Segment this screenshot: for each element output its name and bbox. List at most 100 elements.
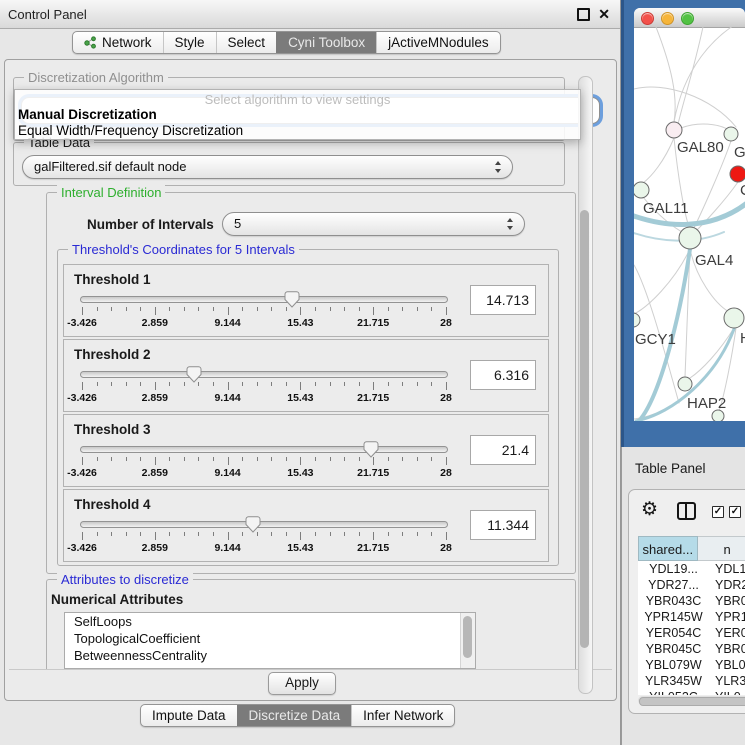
slider-track[interactable] — [80, 371, 448, 378]
tab-select[interactable]: Select — [216, 32, 277, 53]
slider-thumb[interactable] — [245, 516, 261, 536]
table-row[interactable]: YIL052CYIL0 — [638, 689, 745, 695]
slider-thumb[interactable] — [284, 291, 300, 311]
slider-track[interactable] — [80, 296, 448, 303]
interval-definition-group: Interval Definition Number of Intervals … — [46, 192, 576, 574]
cell-name: YIL0 — [709, 689, 741, 695]
algorithm-option-manual[interactable]: Manual Discretization — [18, 107, 157, 122]
threshold-value-field[interactable]: 21.4 — [470, 435, 536, 465]
slider-ticks — [82, 382, 446, 391]
cell-shared-name: YBR045C — [638, 641, 709, 657]
close-traffic-light-icon[interactable] — [641, 12, 654, 25]
slider-track[interactable] — [80, 446, 448, 453]
network-edge[interactable] — [681, 124, 729, 130]
cell-shared-name: YLR345W — [638, 673, 709, 689]
attribute-item-topologicalcoefficient[interactable]: TopologicalCoefficient — [65, 630, 475, 647]
table-row[interactable]: YLR345WYLR3 — [638, 673, 745, 689]
table-row[interactable]: YBL079WYBL0 — [638, 657, 745, 673]
network-node[interactable] — [730, 166, 745, 182]
algorithm-option-equal-width[interactable]: Equal Width/Frequency Discretization — [18, 123, 243, 138]
panel-vertical-scrollbar[interactable] — [578, 76, 593, 694]
cell-name: YPR1 — [709, 609, 745, 625]
network-node[interactable] — [634, 313, 640, 327]
network-node[interactable] — [724, 127, 738, 141]
table-row[interactable]: YBR045CYBR0 — [638, 641, 745, 657]
bottom-tab-impute-data[interactable]: Impute Data — [141, 705, 237, 726]
column-layout-icon[interactable] — [677, 502, 696, 520]
bottom-tab-discretize-data[interactable]: Discretize Data — [237, 705, 352, 726]
attribute-item-selfloops[interactable]: SelfLoops — [65, 613, 475, 630]
tab-label: Style — [175, 35, 205, 50]
network-window: GAL80GACGAL11GAL4GCY1HHAP2 — [634, 8, 745, 421]
cell-name: YDR2 — [709, 577, 745, 593]
zoom-traffic-light-icon[interactable] — [681, 12, 694, 25]
tab-cyni-toolbox[interactable]: Cyni Toolbox — [276, 32, 376, 53]
cell-shared-name: YIL052C — [638, 689, 709, 695]
table-row[interactable]: YDL19...YDL1 — [638, 561, 745, 577]
network-edge[interactable] — [654, 27, 675, 122]
threshold-value-field[interactable]: 6.316 — [470, 360, 536, 390]
slider-thumb[interactable] — [363, 441, 379, 461]
network-node[interactable] — [666, 122, 682, 138]
scrollbar-thumb[interactable] — [463, 616, 472, 658]
network-window-titlebar — [634, 8, 745, 28]
scrollbar-thumb[interactable] — [639, 697, 745, 706]
control-panel-titlebar: Control Panel ✕ — [0, 0, 620, 29]
column-header-shared-name[interactable]: shared... — [638, 536, 698, 561]
gear-icon[interactable]: ⚙ — [641, 498, 658, 521]
algorithm-hint: Select algorithm to view settings — [15, 92, 580, 107]
attribute-item-betweennesscentrality[interactable]: BetweennessCentrality — [65, 647, 475, 664]
num-intervals-value: 5 — [234, 216, 241, 231]
table-row[interactable]: YPR145WYPR1 — [638, 609, 745, 625]
network-node[interactable] — [724, 308, 744, 328]
threshold-slider[interactable]: -3.4262.8599.14415.4321.71528 — [80, 294, 448, 332]
table-data-combobox[interactable]: galFiltered.sif default node — [22, 155, 513, 179]
threshold-rows: Threshold 1-3.4262.8599.14415.4321.71528… — [58, 264, 558, 564]
close-icon[interactable]: ✕ — [598, 6, 610, 23]
tab-jactivemnodules[interactable]: jActiveMNodules — [376, 32, 500, 53]
slider-track[interactable] — [80, 521, 448, 528]
thresholds-group: Threshold's Coordinates for 5 Intervals … — [57, 249, 559, 566]
threshold-value-field[interactable]: 11.344 — [470, 510, 536, 540]
attributes-list-scrollbar[interactable] — [460, 613, 475, 668]
minimize-traffic-light-icon[interactable] — [661, 12, 674, 25]
network-edge[interactable] — [674, 27, 739, 122]
num-intervals-combobox[interactable]: 5 — [222, 212, 525, 236]
table-row[interactable]: YER054CYER0 — [638, 625, 745, 641]
node-label-gcy1: GCY1 — [635, 331, 676, 348]
checkbox-icon[interactable]: ✓ — [729, 506, 741, 518]
table-row[interactable]: YDR27...YDR2 — [638, 577, 745, 593]
threshold-row-2: Threshold 2-3.4262.8599.14415.4321.71528… — [63, 339, 549, 412]
threshold-slider[interactable]: -3.4262.8599.14415.4321.71528 — [80, 519, 448, 557]
network-edge[interactable] — [634, 87, 736, 127]
tab-style[interactable]: Style — [163, 32, 216, 53]
node-label-h: H — [740, 330, 745, 347]
slider-thumb[interactable] — [186, 366, 202, 386]
attributes-list[interactable]: SelfLoopsTopologicalCoefficientBetweenne… — [64, 612, 476, 669]
cell-name: YBL0 — [709, 657, 745, 673]
threshold-slider[interactable]: -3.4262.8599.14415.4321.71528 — [80, 369, 448, 407]
network-edge[interactable] — [678, 27, 704, 124]
apply-button[interactable]: Apply — [268, 672, 336, 695]
bottom-tab-strip: Impute Data Discretize DataInfer Network — [140, 704, 455, 727]
threshold-label: Threshold 3 — [74, 422, 151, 437]
column-header-name[interactable]: n — [698, 536, 745, 561]
network-canvas[interactable]: GAL80GACGAL11GAL4GCY1HHAP2 — [634, 27, 745, 421]
scrollbar-thumb[interactable] — [580, 210, 589, 648]
float-window-icon[interactable] — [577, 8, 590, 21]
tab-network[interactable]: Network — [73, 32, 163, 53]
node-label-gal4: GAL4 — [695, 252, 733, 269]
threshold-value-field[interactable]: 14.713 — [470, 285, 536, 315]
table-horizontal-scrollbar[interactable] — [638, 696, 745, 705]
num-intervals-label: Number of Intervals — [87, 217, 214, 232]
table-row[interactable]: YBR043CYBR0 — [638, 593, 745, 609]
cell-shared-name: YBR043C — [638, 593, 709, 609]
network-edge[interactable] — [643, 138, 674, 183]
tab-label: Impute Data — [152, 708, 226, 723]
network-node[interactable] — [678, 377, 692, 391]
bottom-tab-infer-network[interactable]: Infer Network — [351, 705, 454, 726]
network-node[interactable] — [634, 182, 649, 198]
threshold-slider[interactable]: -3.4262.8599.14415.4321.71528 — [80, 444, 448, 482]
network-node[interactable] — [679, 227, 701, 249]
checkbox-icon[interactable]: ✓ — [712, 506, 724, 518]
